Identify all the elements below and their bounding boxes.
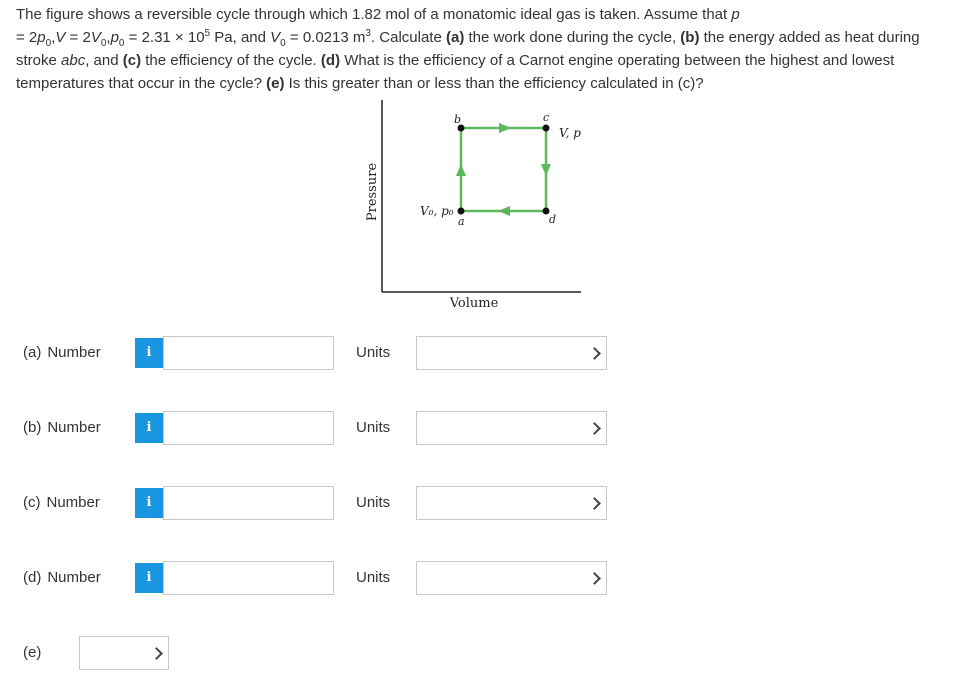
label-point-b: b [454, 113, 461, 126]
label-point-a: a [458, 215, 465, 228]
answer-row-b: (b) Number i Units [0, 411, 955, 445]
units-label-a: Units [356, 344, 391, 361]
units-label-b: Units [356, 419, 391, 436]
label-state-a: V₀, p₀ [420, 204, 454, 218]
info-icon[interactable]: i [135, 563, 163, 593]
part-label-e: (e) [23, 644, 42, 661]
part-label-c: (c) Number [23, 494, 100, 511]
answer-row-c: (c) Number i Units [0, 486, 955, 520]
part-label-b: (b) Number [23, 419, 101, 436]
chevron-down-icon [588, 422, 601, 435]
units-select-c[interactable] [416, 486, 607, 520]
number-input-b[interactable] [163, 411, 334, 445]
units-label-d: Units [356, 569, 391, 586]
units-label-c: Units [356, 494, 391, 511]
units-select-d[interactable] [416, 561, 607, 595]
number-input-c[interactable] [163, 486, 334, 520]
x-axis-label: Volume [449, 296, 499, 311]
question-text: The figure shows a reversible cycle thro… [16, 6, 920, 92]
part-label-d: (d) Number [23, 569, 101, 586]
number-input-d[interactable] [163, 561, 334, 595]
cycle-arrows [456, 123, 551, 216]
label-state-c: V, p [559, 126, 581, 140]
chevron-down-icon [588, 497, 601, 510]
label-point-d: d [549, 213, 556, 226]
label-point-c: c [543, 111, 549, 124]
chevron-down-icon [150, 647, 163, 660]
info-icon[interactable]: i [135, 413, 163, 443]
y-axis-label: Pressure [365, 163, 380, 222]
comparison-select-e[interactable] [79, 636, 169, 670]
chevron-down-icon [588, 347, 601, 360]
arrow-ab [456, 164, 466, 176]
pv-cycle-diagram: Pressure Volume a b c d V₀, p₀ V, p [365, 100, 581, 311]
point-c [542, 124, 550, 132]
arrow-cd [541, 164, 551, 176]
units-select-a[interactable] [416, 336, 607, 370]
units-select-b[interactable] [416, 411, 607, 445]
arrow-bc [499, 123, 511, 133]
answer-row-e: (e) [0, 636, 955, 670]
answer-row-d: (d) Number i Units [0, 561, 955, 595]
part-label-a: (a) Number [23, 344, 101, 361]
cycle-path [459, 126, 548, 213]
arrow-da [498, 206, 510, 216]
chevron-down-icon [588, 572, 601, 585]
info-icon[interactable]: i [135, 338, 163, 368]
point-a [457, 207, 465, 215]
info-icon[interactable]: i [135, 488, 163, 518]
number-input-a[interactable] [163, 336, 334, 370]
answer-row-a: (a) Number i Units [0, 336, 955, 370]
